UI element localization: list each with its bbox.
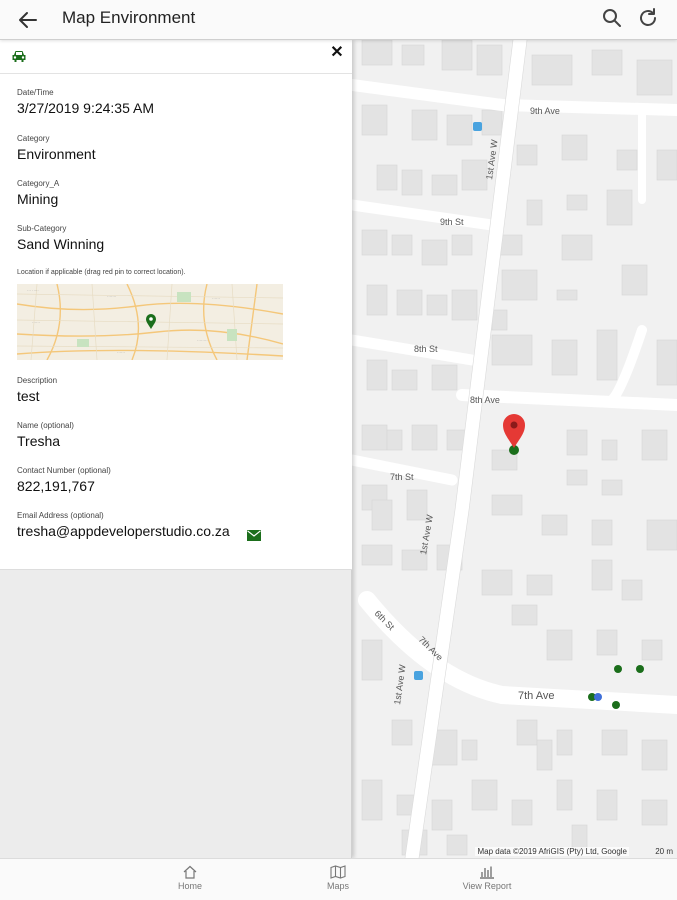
nav-home[interactable]: Home [150, 865, 230, 891]
refresh-icon[interactable] [636, 6, 660, 30]
card-header: ✕ [0, 40, 352, 74]
field-label: Date/Time [17, 88, 54, 97]
field-value: Sand Winning [17, 236, 105, 252]
street-label: 9th Ave [530, 106, 560, 116]
field-value: Environment [17, 146, 96, 162]
nav-label: View Report [462, 881, 512, 891]
location-dot [594, 693, 602, 701]
field-category-a: Category_A Mining [17, 179, 59, 207]
street-label: 9th St [440, 217, 464, 227]
field-label: Category [17, 134, 50, 143]
field-label: Contact Number (optional) [17, 466, 111, 475]
street-label: 8th Ave [470, 395, 500, 405]
field-contact: Contact Number (optional) 822,191,767 [17, 466, 111, 494]
arrow-left-icon[interactable] [14, 6, 42, 34]
field-location: Location if applicable (drag red pin to … [17, 269, 185, 276]
field-label: Sub-Category [17, 224, 67, 233]
svg-text:··· ·····: ··· ····· [27, 288, 39, 293]
street-label: 7th Ave [518, 690, 555, 702]
field-value: Mining [17, 191, 59, 207]
field-description: Description test [17, 376, 57, 404]
field-label: Name (optional) [17, 421, 74, 430]
field-value[interactable]: tresha@appdeveloperstudio.co.za [17, 523, 230, 539]
field-sub-category: Sub-Category Sand Winning [17, 224, 104, 252]
car-icon [12, 51, 26, 62]
svg-text:······: ······ [212, 296, 220, 301]
field-email: Email Address (optional) tresha@appdevel… [17, 511, 230, 539]
field-label: Location if applicable (drag red pin to … [17, 269, 186, 276]
location-minimap[interactable]: ··· ····· ······· ······ ······ ········ ···… [17, 284, 283, 360]
field-label: Category_A [17, 179, 60, 188]
nav-label: Home [177, 881, 202, 891]
map-attribution: Map data ©2019 AfriGIS (Pty) Ltd, Google [475, 847, 629, 856]
close-icon[interactable]: ✕ [329, 44, 345, 62]
svg-text:······: ······ [117, 350, 125, 355]
field-date-time: Date/Time 3/27/2019 9:24:35 AM [17, 88, 154, 116]
field-value: 3/27/2019 9:24:35 AM [17, 100, 154, 116]
svg-text:········: ········ [197, 338, 208, 343]
bottom-nav: Home Maps View Report [0, 858, 677, 900]
map-icon [330, 865, 346, 879]
nav-view-report[interactable]: View Report [447, 865, 527, 891]
field-category: Category Environment [17, 134, 96, 162]
email-icon[interactable] [247, 530, 261, 541]
map-view[interactable]: 9th Ave 9th St 8th St 8th Ave 7th St 6th… [352, 40, 677, 858]
nav-maps[interactable]: Maps [298, 865, 378, 891]
report-icon [480, 866, 494, 879]
home-icon [183, 865, 197, 879]
bus-stop-icon [473, 122, 482, 131]
nav-label: Maps [326, 881, 349, 891]
field-value: Tresha [17, 433, 61, 449]
field-name: Name (optional) Tresha [17, 421, 74, 449]
map-scale: 20 m [655, 847, 673, 856]
detail-panel: ✕ Date/Time 3/27/2019 9:24:35 AM Categor… [0, 40, 352, 858]
field-value: 822,191,767 [17, 478, 95, 494]
street-label: 7th St [390, 472, 414, 482]
field-value: test [17, 388, 40, 404]
bus-stop-icon [414, 671, 423, 680]
page-title: Map Environment [62, 8, 196, 27]
svg-text:······: ······ [32, 320, 40, 325]
field-label: Description [17, 376, 58, 385]
street-label: 8th St [414, 344, 438, 354]
search-icon[interactable] [600, 6, 624, 30]
svg-text:·······: ······· [107, 294, 116, 299]
report-card: ✕ Date/Time 3/27/2019 9:24:35 AM Categor… [0, 40, 352, 570]
field-label: Email Address (optional) [17, 511, 104, 520]
app-bar: Map Environment [0, 0, 677, 40]
